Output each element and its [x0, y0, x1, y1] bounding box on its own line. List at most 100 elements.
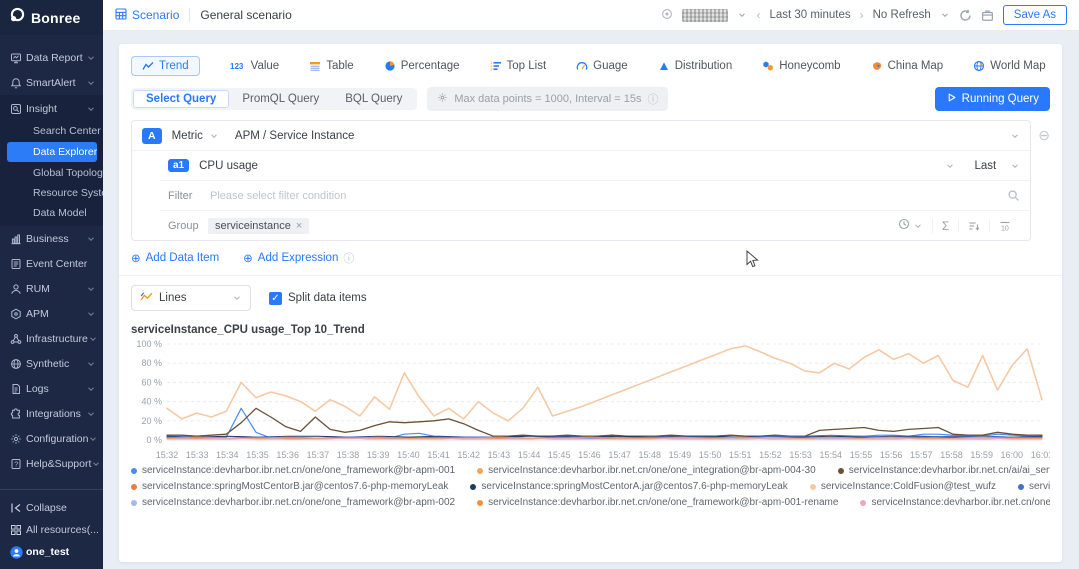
sidebar-item-apm[interactable]: APM	[0, 301, 103, 326]
sort-icon[interactable]	[958, 220, 989, 232]
metric-name-select[interactable]: CPU usage	[199, 160, 258, 172]
legend-item[interactable]: serviceInstance:devharbor.ibr.net.cn/ai/…	[1018, 481, 1050, 492]
chevron-down-icon[interactable]	[1010, 131, 1020, 141]
svg-text:16:00: 16:00	[1001, 450, 1024, 460]
sidebar-item-label: Help&Support	[26, 458, 91, 470]
legend-item[interactable]: serviceInstance:ColdFusion@test_wufz	[810, 481, 996, 492]
sidebar-item-logs[interactable]: Logs	[0, 376, 103, 401]
chevron-down-icon[interactable]	[1010, 161, 1020, 171]
filter-input[interactable]	[208, 189, 1007, 203]
group-tag[interactable]: serviceinstance ×	[208, 218, 309, 234]
chart-title: serviceInstance_CPU usage_Top 10_Trend	[131, 324, 1050, 336]
tab-value[interactable]: 123 Value	[230, 57, 280, 75]
tab-top-list[interactable]: 123 Top List	[490, 57, 547, 75]
query-tab-bql-query[interactable]: BQL Query	[332, 90, 415, 108]
sidebar-footer-one-test[interactable]: one_test	[0, 541, 103, 563]
sidebar-item-data-explorer[interactable]: Data Explorer	[7, 142, 97, 162]
svg-text:15:33: 15:33	[186, 450, 209, 460]
sidebar-item-help-support[interactable]: ? Help&Support	[0, 451, 103, 476]
query-tab-select-query[interactable]: Select Query	[133, 90, 229, 108]
close-icon[interactable]: ×	[296, 220, 302, 232]
save-as-button[interactable]: Save As	[1003, 5, 1067, 25]
aggregation-select[interactable]: Last	[975, 160, 997, 172]
sidebar-item-event-center[interactable]: Event Center	[0, 251, 103, 276]
sidebar-item-integrations[interactable]: Integrations	[0, 401, 103, 426]
apm-icon	[10, 308, 26, 320]
legend-item[interactable]: serviceInstance:devharbor.ibr.net.cn/one…	[131, 465, 455, 476]
trend-chart[interactable]: 100 %80 %60 %40 %20 %0 %15:3215:3315:341…	[131, 338, 1050, 460]
time-back-arrow[interactable]: ‹	[756, 8, 760, 22]
legend-label: serviceInstance:devharbor.ibr.net.cn/ai/…	[1029, 481, 1050, 492]
plus-circle-icon: ⊕	[131, 251, 141, 265]
metric-type-select[interactable]: Metric	[172, 130, 203, 142]
sidebar-item-data-model[interactable]: Data Model	[0, 203, 103, 223]
chart-type-select[interactable]: Lines	[131, 285, 251, 311]
time-forward-arrow[interactable]: ›	[860, 8, 864, 22]
sidebar-footer-collapse[interactable]: Collapse	[0, 497, 103, 519]
run-query-button[interactable]: Running Query	[935, 87, 1050, 111]
time-range-selector[interactable]: Last 30 minutes	[769, 9, 850, 21]
legend-item[interactable]: serviceInstance:devharbor.ibr.net.cn/one…	[860, 497, 1050, 508]
tab-table[interactable]: Table	[309, 57, 354, 75]
tab-guage[interactable]: Guage	[576, 57, 628, 75]
sidebar-item-configuration[interactable]: Configuration	[0, 426, 103, 451]
sidebar-item-smartalert[interactable]: SmartAlert	[0, 70, 103, 95]
sigma-icon[interactable]: Σ	[932, 219, 958, 233]
metric-source-select[interactable]: APM / Service Instance	[235, 130, 355, 142]
sidebar-item-data-report[interactable]: Data Report	[0, 45, 103, 70]
archive-icon[interactable]	[981, 9, 994, 22]
refresh-mode-selector[interactable]: No Refresh	[873, 9, 931, 21]
search-icon[interactable]	[1007, 189, 1020, 202]
split-data-toggle[interactable]: ✓ Split data items	[269, 292, 367, 305]
brand-logo[interactable]: Bonree	[0, 0, 103, 35]
legend-dot	[470, 484, 476, 490]
sidebar-item-global-topology[interactable]: Global Topology	[0, 163, 103, 183]
query-tab-promql-query[interactable]: PromQL Query	[229, 90, 332, 108]
add-data-item-button[interactable]: ⊕ Add Data Item	[131, 251, 219, 265]
rum-icon	[10, 283, 26, 295]
sidebar-item-business[interactable]: Business	[0, 226, 103, 251]
filter-label: Filter	[168, 190, 208, 202]
legend-item[interactable]: serviceInstance:devharbor.ibr.net.cn/one…	[131, 497, 455, 508]
chevron-down-icon[interactable]	[940, 10, 950, 20]
chevron-down-icon[interactable]	[945, 161, 955, 171]
chart-legend: serviceInstance:devharbor.ibr.net.cn/one…	[131, 465, 1050, 508]
tab-china-map[interactable]: China Map	[871, 57, 944, 75]
svg-text:15:59: 15:59	[970, 450, 993, 460]
refresh-icon[interactable]	[959, 9, 972, 22]
legend-item[interactable]: serviceInstance:springMostCentorB.jar@ce…	[131, 481, 448, 492]
legend-label: serviceInstance:ColdFusion@test_wufz	[821, 481, 996, 492]
topn-icon[interactable]: 10	[989, 220, 1020, 232]
chevron-down-icon[interactable]	[737, 10, 747, 20]
sidebar-item-insight[interactable]: Insight	[0, 96, 103, 121]
tab-trend[interactable]: Trend	[131, 56, 200, 76]
sidebar-item-synthetic[interactable]: Synthetic	[0, 351, 103, 376]
checkbox-checked-icon[interactable]: ✓	[269, 292, 282, 305]
sidebar-item-infrastructure[interactable]: Infrastructure	[0, 326, 103, 351]
tab-world-map[interactable]: World Map	[973, 57, 1045, 75]
tab-honeycomb[interactable]: Honeycomb	[762, 57, 840, 75]
legend-item[interactable]: serviceInstance:springMostCentorA.jar@ce…	[470, 481, 787, 492]
svg-text:15:52: 15:52	[759, 450, 782, 460]
add-expression-button[interactable]: ⊕ Add Expression ⓘ	[243, 250, 354, 266]
legend-item[interactable]: serviceInstance:devharbor.ibr.net.cn/one…	[477, 497, 838, 508]
legend-item[interactable]: serviceInstance:devharbor.ibr.net.cn/one…	[477, 465, 816, 476]
sidebar-item-label: SmartAlert	[26, 77, 76, 89]
time-shift-tool[interactable]	[889, 218, 932, 233]
scenario-nav[interactable]: Scenario	[115, 8, 179, 23]
sidebar-item-resource-system[interactable]: Resource System	[0, 183, 103, 203]
sidebar-item-rum[interactable]: RUM	[0, 276, 103, 301]
logs-icon	[10, 383, 26, 395]
tab-percentage[interactable]: Percentage	[384, 57, 460, 75]
sidebar-footer-all-resources[interactable]: All resources(...	[0, 519, 103, 541]
sidebar-item-label: Integrations	[26, 408, 81, 420]
svg-text:3: 3	[490, 66, 493, 71]
remove-query-icon[interactable]: ⊖	[1038, 128, 1050, 142]
masked-text[interactable]	[682, 9, 728, 22]
svg-text:15:32: 15:32	[156, 450, 179, 460]
tab-distribution[interactable]: Distribution	[658, 57, 733, 75]
legend-item[interactable]: serviceInstance:devharbor.ibr.net.cn/ai/…	[838, 465, 1050, 476]
query-settings-pill[interactable]: Max data points = 1000, Interval = 15s ⓘ	[427, 87, 668, 111]
chevron-down-icon	[209, 131, 219, 141]
sidebar-item-search-center[interactable]: Search Center	[0, 121, 103, 141]
